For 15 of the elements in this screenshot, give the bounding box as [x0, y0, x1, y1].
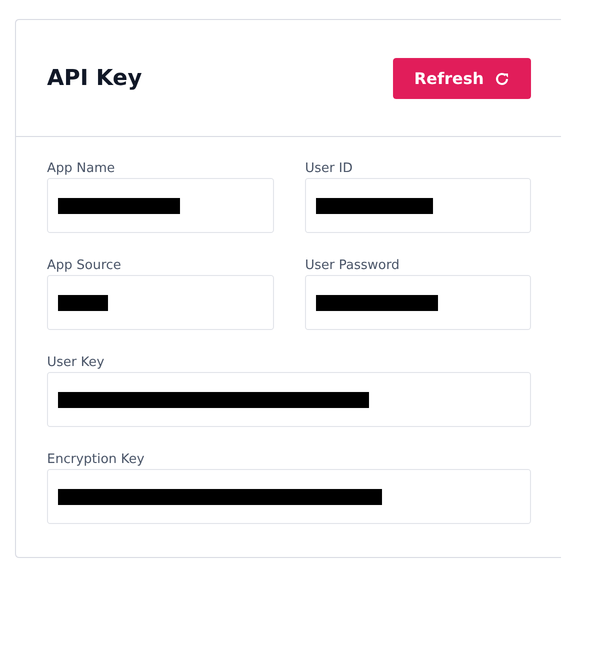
field-label: App Name — [47, 160, 116, 178]
input-field[interactable] — [305, 178, 531, 233]
input-field[interactable] — [47, 275, 274, 330]
refresh-button[interactable]: Refresh — [393, 58, 531, 99]
input-field[interactable] — [47, 372, 531, 427]
refresh-icon — [494, 70, 510, 86]
input-field[interactable] — [47, 469, 531, 524]
field-label: User ID — [305, 160, 354, 178]
input-field[interactable] — [47, 178, 274, 233]
field-label: Encryption Key — [47, 451, 146, 469]
card-title: API Key — [47, 66, 142, 90]
field-label: User Key — [47, 354, 106, 372]
field-label: App Source — [47, 257, 122, 275]
input-field[interactable] — [305, 275, 531, 330]
field-label: User Password — [305, 257, 400, 275]
